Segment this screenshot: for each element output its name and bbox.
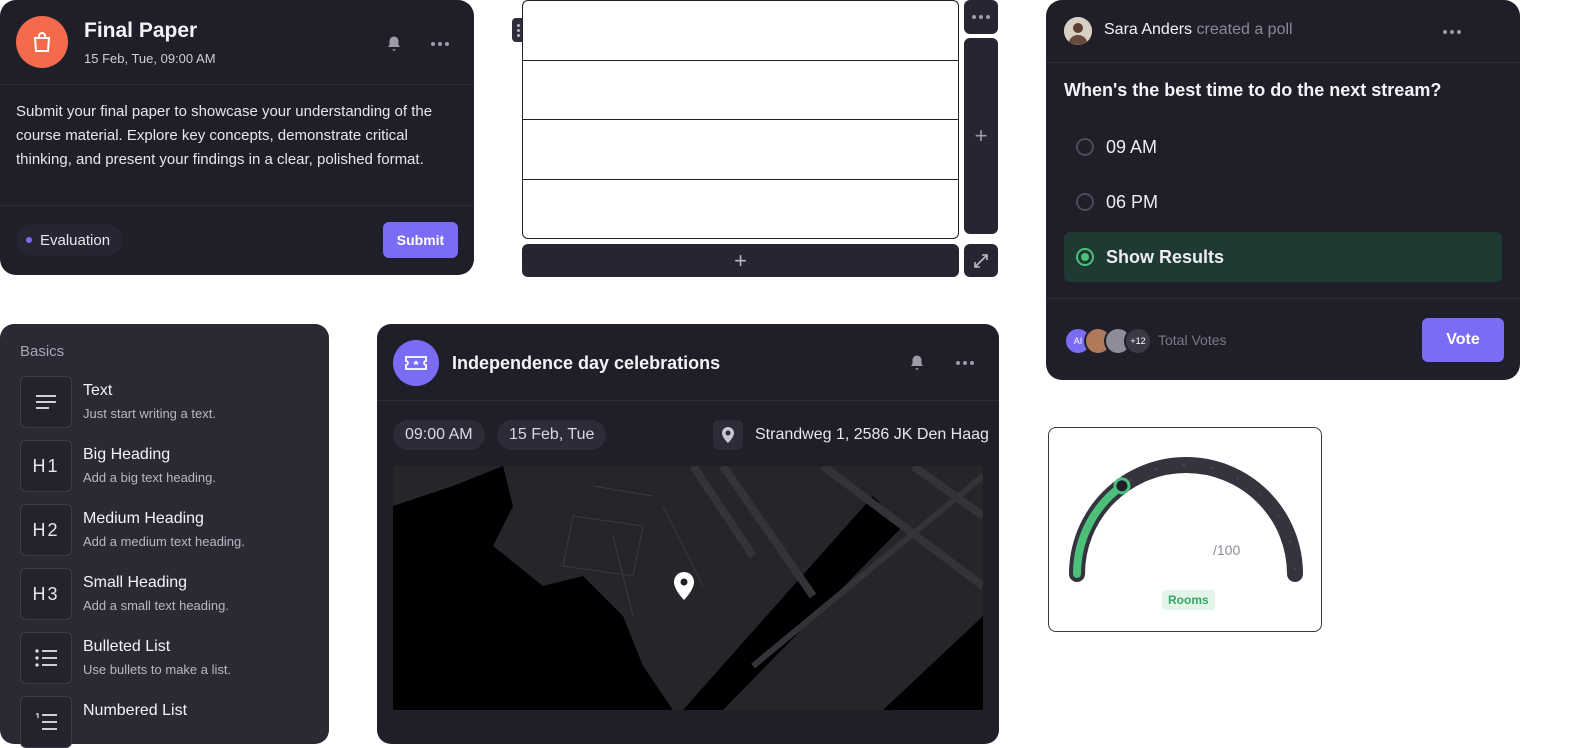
time-chip: 09:00 AM	[393, 420, 485, 450]
total-votes-label: Total Votes	[1158, 332, 1227, 348]
location-pin-icon	[713, 420, 743, 450]
table-more-options-icon[interactable]	[964, 0, 998, 34]
table-row[interactable]	[523, 1, 958, 61]
poll-question: When's the best time to do the next stre…	[1064, 80, 1442, 100]
basics-block-menu: Basics Text Just start writing a text. H…	[0, 324, 329, 748]
date-chip: 15 Feb, Tue	[497, 420, 607, 450]
event-card: Independence day celebrations 09:00 AM 1…	[377, 324, 999, 744]
add-row-button[interactable]: +	[522, 244, 959, 277]
tag-dot-icon	[26, 237, 32, 243]
avatar	[1064, 17, 1092, 45]
poll-option[interactable]: 09 AM	[1064, 122, 1502, 172]
bell-icon[interactable]	[905, 351, 929, 375]
block-name: Bulleted List	[83, 638, 171, 655]
map-marker-icon[interactable]	[673, 572, 695, 602]
more-options-icon[interactable]	[1440, 20, 1464, 44]
block-desc: Just start writing a text.	[83, 406, 216, 421]
gauge-card: /100 Rooms	[1048, 427, 1322, 632]
voters-more-badge: +12	[1124, 327, 1152, 355]
divider	[0, 205, 474, 206]
voter-avatars: AI +12	[1064, 327, 1152, 355]
poll-option-selected[interactable]: Show Results	[1064, 232, 1502, 282]
table-row[interactable]	[523, 61, 958, 120]
divider	[1046, 62, 1520, 63]
more-options-icon[interactable]	[953, 351, 977, 375]
block-item-big-heading[interactable]: H1 Big Heading Add a big text heading.	[20, 440, 310, 492]
submit-button[interactable]: Submit	[383, 222, 458, 258]
poll-action: created a poll	[1196, 21, 1293, 38]
block-desc: Add a medium text heading.	[83, 534, 245, 549]
card-description: Submit your final paper to showcase your…	[16, 103, 433, 168]
plus-icon: +	[974, 123, 988, 148]
divider	[1046, 298, 1520, 299]
block-item-medium-heading[interactable]: H2 Medium Heading Add a medium text head…	[20, 504, 310, 556]
block-name: Medium Heading	[83, 510, 204, 527]
block-item-small-heading[interactable]: H3 Small Heading Add a small text headin…	[20, 568, 310, 620]
plus-icon: +	[734, 247, 747, 273]
h1-icon: H1	[20, 440, 72, 492]
expand-icon[interactable]	[964, 244, 998, 277]
bulleted-list-icon	[20, 632, 72, 684]
section-title: Basics	[20, 343, 65, 360]
ticket-icon	[393, 340, 439, 386]
h3-icon: H3	[20, 568, 72, 620]
poll-author[interactable]: Sara Anders	[1104, 21, 1192, 38]
table-row[interactable]	[523, 120, 958, 180]
block-desc: Add a small text heading.	[83, 598, 229, 613]
tag-label: Evaluation	[40, 231, 111, 249]
text-lines-icon	[20, 376, 72, 428]
poll-card: Sara Anders created a poll When's the be…	[1046, 0, 1520, 380]
numbered-list-icon	[20, 696, 72, 748]
block-desc: Use bullets to make a list.	[83, 662, 232, 677]
gauge-ticks	[1076, 464, 1296, 575]
radio-button-checked[interactable]	[1076, 248, 1094, 266]
shopping-bag-icon	[16, 16, 68, 68]
divider	[377, 400, 999, 401]
event-location: Strandweg 1, 2586 JK Den Haag	[755, 426, 989, 443]
final-paper-card: Final Paper 15 Feb, Tue, 09:00 AM Submit…	[0, 0, 474, 275]
block-item-numbered-list[interactable]: Numbered List	[20, 696, 310, 748]
block-name: Small Heading	[83, 574, 188, 591]
gauge-fill	[1073, 461, 1299, 578]
radio-button[interactable]	[1076, 138, 1094, 156]
poll-option-label: 09 AM	[1106, 136, 1158, 157]
vote-button[interactable]: Vote	[1422, 318, 1504, 362]
gauge-max-label: /100	[1213, 542, 1241, 558]
gauge-knob[interactable]	[1113, 477, 1131, 495]
poll-header: Sara Anders created a poll	[1104, 21, 1293, 39]
block-item-text[interactable]: Text Just start writing a text.	[20, 376, 310, 428]
radio-button[interactable]	[1076, 193, 1094, 211]
block-name: Big Heading	[83, 446, 171, 463]
poll-option-label: 06 PM	[1106, 191, 1159, 212]
block-name: Text	[83, 382, 113, 399]
gauge-track	[1069, 457, 1303, 582]
divider	[0, 84, 474, 85]
table-row[interactable]	[523, 180, 958, 239]
bell-icon[interactable]	[382, 32, 406, 56]
tag-chip: Evaluation	[16, 224, 123, 256]
block-item-bulleted-list[interactable]: Bulleted List Use bullets to make a list…	[20, 632, 310, 684]
block-name: Numbered List	[83, 702, 188, 719]
gauge-category-badge: Rooms	[1162, 590, 1215, 610]
card-title: Final Paper	[84, 19, 198, 42]
event-title: Independence day celebrations	[452, 353, 721, 373]
card-date: 15 Feb, Tue, 09:00 AM	[84, 51, 216, 66]
poll-option-label: Show Results	[1106, 246, 1225, 267]
table-grid	[522, 0, 959, 239]
poll-option[interactable]: 06 PM	[1064, 177, 1502, 227]
map-view[interactable]	[393, 466, 983, 710]
more-options-icon[interactable]	[428, 32, 452, 56]
block-desc: Add a big text heading.	[83, 470, 216, 485]
add-column-button[interactable]: +	[964, 38, 998, 234]
h2-icon: H2	[20, 504, 72, 556]
